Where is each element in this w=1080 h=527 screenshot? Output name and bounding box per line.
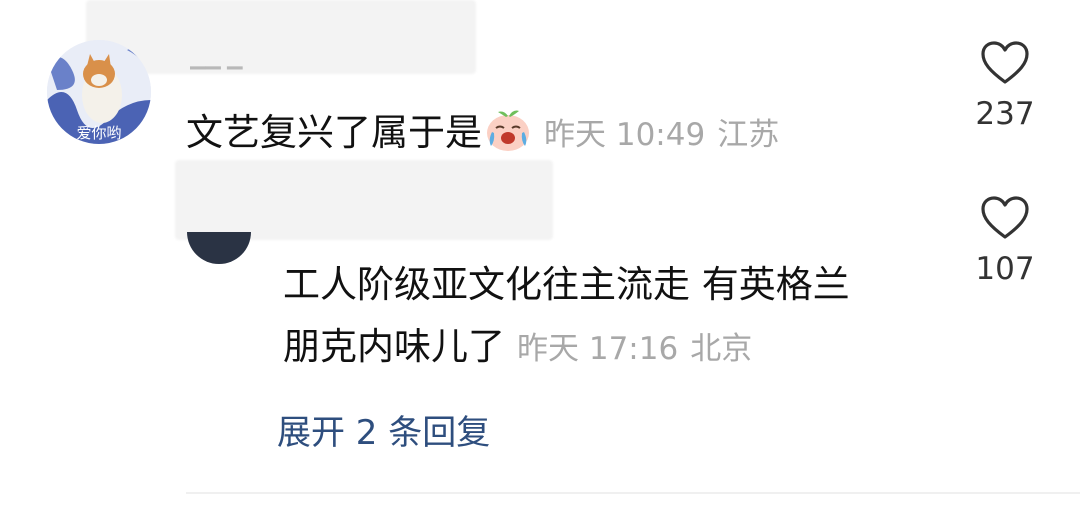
divider (186, 492, 1080, 494)
comment-body: 文艺复兴了属于是 (186, 111, 482, 154)
redacted-username (175, 160, 553, 240)
redacted-username (86, 0, 476, 74)
comment-body: 朋克内味儿了 (283, 325, 505, 368)
heart-outline-icon[interactable] (980, 40, 1030, 86)
expand-replies-button[interactable]: 展开 2 条回复 (277, 405, 490, 454)
like-control: 237 (960, 40, 1050, 132)
cat-avatar-image: 爱你哟 (47, 40, 151, 144)
comment-text-line-1: 工人阶级亚文化往主流走 有英格兰 (283, 263, 850, 306)
like-count: 237 (975, 96, 1035, 132)
comment-location: 北京 (690, 331, 753, 367)
comment-time: 昨天 10:49 (544, 117, 706, 153)
username-partial: ▔▔ ▔ (190, 66, 243, 80)
heart-outline-icon[interactable] (980, 195, 1030, 241)
comment-location: 江苏 (717, 117, 780, 153)
crying-laughing-peach-emoji-icon (484, 108, 532, 152)
svg-text:爱你哟: 爱你哟 (76, 124, 121, 142)
avatar[interactable]: 爱你哟 (47, 40, 151, 144)
like-count: 107 (975, 251, 1035, 287)
comment-text: 文艺复兴了属于是 昨天 10:49 江苏 (186, 108, 779, 152)
comment-text-line-2: 朋克内味儿了 昨天 17:16 北京 (283, 328, 752, 365)
like-control: 107 (960, 195, 1050, 287)
comment-thread: ▔▔ ▔ 爱你哟 文艺复兴了属于是 昨天 10:49 江苏 237 工人阶级亚文化往… (0, 0, 1080, 527)
comment-time: 昨天 17:16 (517, 331, 679, 367)
